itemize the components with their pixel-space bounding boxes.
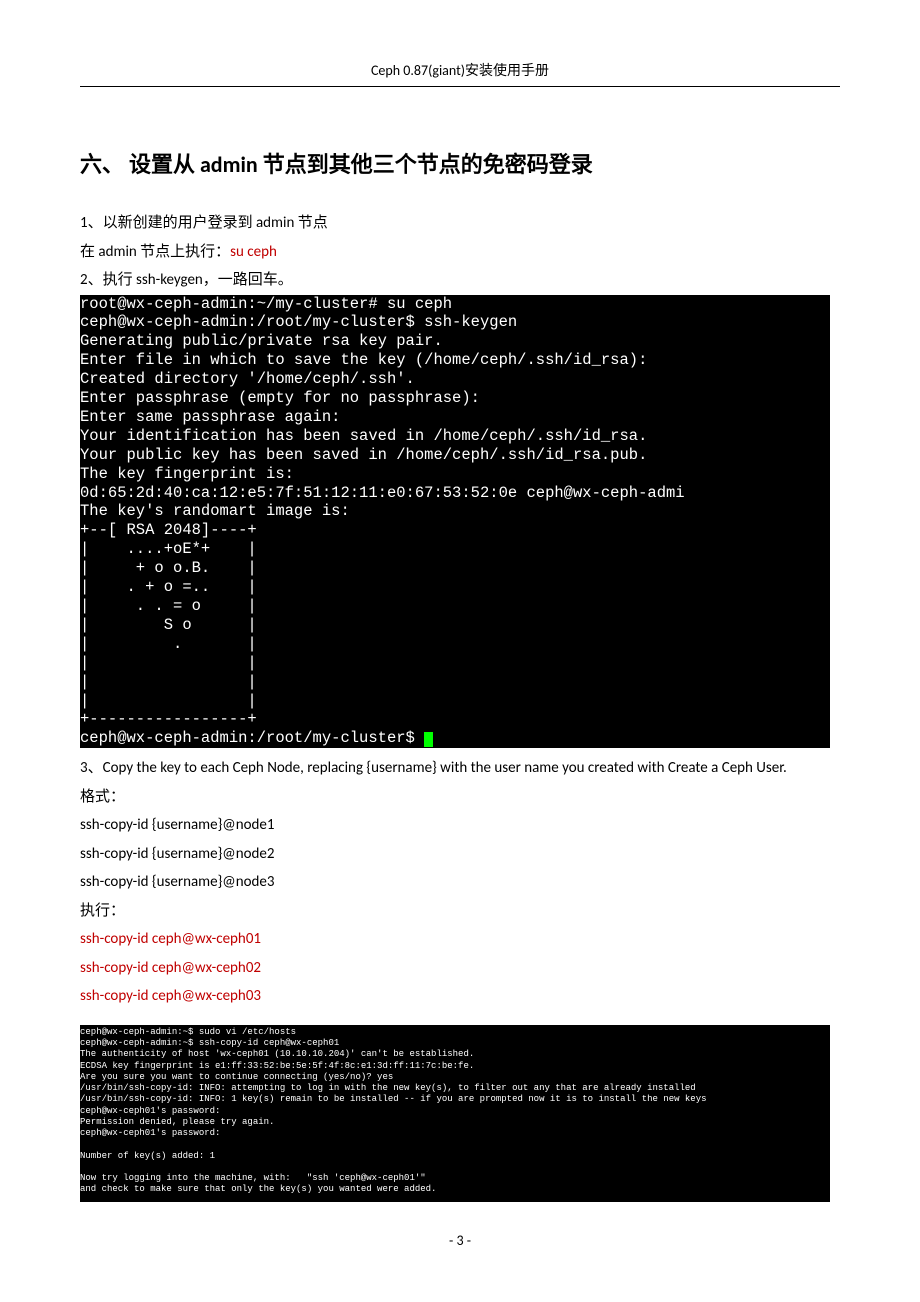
term-line: | ....+oE*+ | (80, 540, 257, 558)
term-line: ceph@wx-ceph-admin:/root/my-cluster$ ssh… (80, 313, 517, 331)
term-line: +--[ RSA 2048]----+ (80, 521, 257, 539)
document-header: Ceph 0.87(giant)安装使用手册 (80, 60, 840, 87)
step-2: 2、执行 ssh-keygen，一路回车。 (80, 266, 840, 295)
step-1-cmd: 在 admin 节点上执行：su ceph (80, 238, 840, 267)
term-line: Your public key has been saved in /home/… (80, 446, 647, 464)
execute-cmd-3: ssh-copy-id ceph@wx-ceph03 (80, 982, 840, 1011)
step-3: 3、Copy the key to each Ceph Node, replac… (80, 754, 840, 783)
term-line: | | (80, 673, 257, 691)
terminal-ssh-copy-id: ceph@wx-ceph-admin:~$ sudo vi /etc/hosts… (80, 1025, 830, 1202)
step-1: 1、以新创建的用户登录到 admin 节点 (80, 209, 840, 238)
term-line: | S o | (80, 616, 257, 634)
format-line-2: ssh-copy-id {username}@node2 (80, 840, 840, 869)
execute-cmd-1: ssh-copy-id ceph@wx-ceph01 (80, 925, 840, 954)
term-line: Your identification has been saved in /h… (80, 427, 647, 445)
term-line: Now try logging into the machine, with: … (80, 1173, 426, 1183)
term-line: The authenticity of host 'wx-ceph01 (10.… (80, 1049, 474, 1059)
format-label: 格式： (80, 783, 840, 812)
term-line: ceph@wx-ceph01's password: (80, 1106, 220, 1116)
term-line: /usr/bin/ssh-copy-id: INFO: 1 key(s) rem… (80, 1094, 707, 1104)
term-prompt: ceph@wx-ceph-admin:/root/my-cluster$ (80, 729, 424, 747)
term-line: +-----------------+ (80, 710, 257, 728)
term-line: Enter same passphrase again: (80, 408, 340, 426)
format-line-1: ssh-copy-id {username}@node1 (80, 811, 840, 840)
term-line: Permission denied, please try again. (80, 1117, 274, 1127)
step-1-cmd-code: su ceph (230, 243, 277, 261)
term-line: 0d:65:2d:40:ca:12:e5:7f:51:12:11:e0:67:5… (80, 484, 685, 502)
execute-cmd-2: ssh-copy-id ceph@wx-ceph02 (80, 954, 840, 983)
term-line: Are you sure you want to continue connec… (80, 1072, 393, 1082)
format-line-3: ssh-copy-id {username}@node3 (80, 868, 840, 897)
term-line: | + o o.B. | (80, 559, 257, 577)
term-line: ceph@wx-ceph-admin:~$ sudo vi /etc/hosts (80, 1027, 296, 1037)
term-line: | | (80, 654, 257, 672)
cursor-icon (424, 732, 433, 747)
term-line: ceph@wx-ceph-admin:~$ ssh-copy-id ceph@w… (80, 1038, 339, 1048)
term-line: Enter passphrase (empty for no passphras… (80, 389, 480, 407)
term-line: ECDSA key fingerprint is e1:ff:33:52:be:… (80, 1061, 474, 1071)
page-number: - 3 - (80, 1232, 840, 1249)
term-line: and check to make sure that only the key… (80, 1184, 436, 1194)
term-line: Created directory '/home/ceph/.ssh'. (80, 370, 415, 388)
execute-label: 执行： (80, 897, 840, 926)
term-line: Generating public/private rsa key pair. (80, 332, 443, 350)
terminal-ssh-keygen: root@wx-ceph-admin:~/my-cluster# su ceph… (80, 295, 830, 749)
term-line: | . | (80, 635, 257, 653)
term-line: | | (80, 692, 257, 710)
term-line: | . . = o | (80, 597, 257, 615)
page: Ceph 0.87(giant)安装使用手册 六、 设置从 admin 节点到其… (0, 0, 920, 1289)
term-line: Enter file in which to save the key (/ho… (80, 351, 647, 369)
term-line: /usr/bin/ssh-copy-id: INFO: attempting t… (80, 1083, 696, 1093)
section-heading: 六、 设置从 admin 节点到其他三个节点的免密码登录 (80, 147, 840, 179)
term-line: The key fingerprint is: (80, 465, 294, 483)
term-line: | . + o =.. | (80, 578, 257, 596)
term-line: Number of key(s) added: 1 (80, 1151, 215, 1161)
step-1-cmd-prefix: 在 admin 节点上执行： (80, 243, 230, 261)
term-line: ceph@wx-ceph01's password: (80, 1128, 220, 1138)
term-line: The key's randomart image is: (80, 502, 350, 520)
term-line: root@wx-ceph-admin:~/my-cluster# su ceph (80, 295, 452, 313)
